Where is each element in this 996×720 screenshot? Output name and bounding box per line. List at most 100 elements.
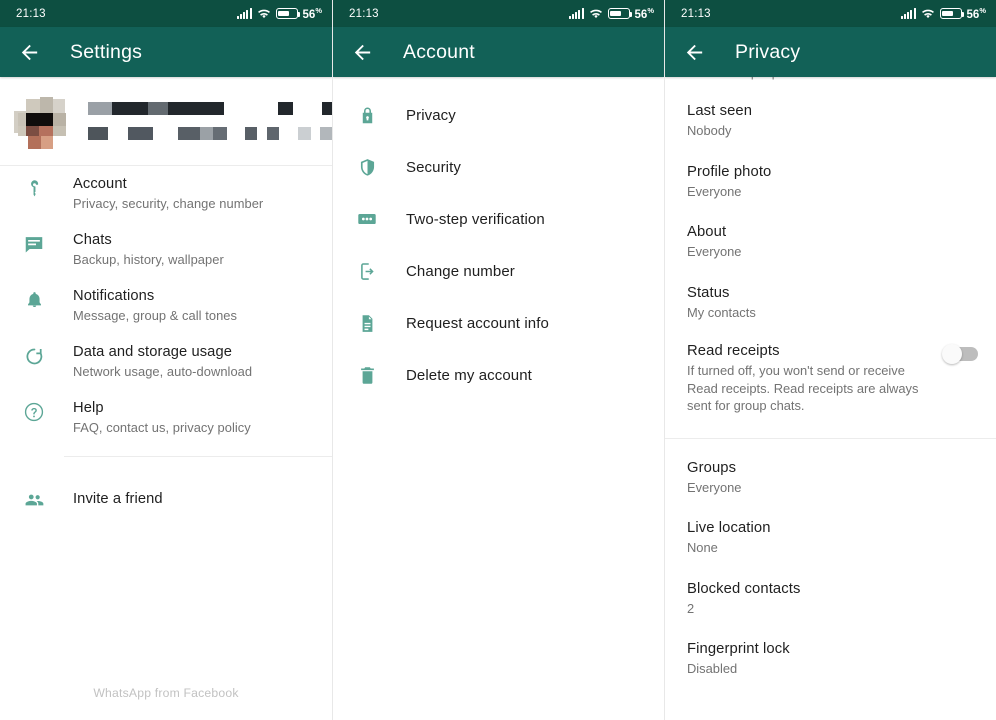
battery-percent: 56%	[966, 6, 986, 21]
account-item-privacy[interactable]: Privacy	[333, 89, 664, 141]
item-title: Invite a friend	[73, 491, 163, 507]
lock-icon	[355, 103, 379, 127]
appbar-account: Account	[333, 27, 664, 77]
sidebar-item-invite-friend[interactable]: Invite a friend	[0, 467, 332, 523]
battery-icon	[939, 7, 964, 19]
help-circle-icon	[22, 400, 46, 424]
back-arrow-icon[interactable]	[349, 39, 375, 65]
item-value: Everyone	[687, 244, 742, 259]
battery-icon	[275, 7, 300, 19]
change-number-icon	[355, 259, 379, 283]
privacy-item-profile-photo[interactable]: Profile photo Everyone	[665, 151, 996, 212]
back-arrow-icon[interactable]	[681, 39, 707, 65]
sidebar-item-account[interactable]: Account Privacy, security, change number	[0, 166, 332, 222]
bell-icon	[22, 288, 46, 312]
trash-icon	[355, 363, 379, 387]
scrolled-partial-text: to see who people last seen	[687, 77, 842, 80]
privacy-item-read-receipts[interactable]: Read receipts If turned off, you won't s…	[665, 332, 996, 426]
item-title: Read receipts	[687, 343, 780, 359]
account-item-change-number[interactable]: Change number	[333, 245, 664, 297]
cellular-signal-icon	[900, 7, 916, 19]
privacy-item-live-location[interactable]: Live location None	[665, 507, 996, 568]
item-title: Fingerprint lock	[687, 641, 790, 657]
battery-unit: %	[647, 6, 654, 16]
wifi-icon	[589, 8, 603, 19]
status-clock: 21:13	[349, 7, 379, 20]
pin-dots-icon	[355, 207, 379, 231]
page-title: Account	[403, 40, 475, 63]
account-item-two-step-verification[interactable]: Two-step verification	[333, 193, 664, 245]
item-title: Live location	[687, 520, 771, 536]
wifi-icon	[921, 8, 935, 19]
page-title: Settings	[70, 40, 143, 63]
document-icon	[355, 311, 379, 335]
privacy-item-groups[interactable]: Groups Everyone	[665, 447, 996, 508]
privacy-item-about[interactable]: About Everyone	[665, 211, 996, 272]
people-icon	[22, 488, 46, 512]
three-panel-screenshot: 21:13 56% Settings Account Privacy, secu…	[0, 0, 996, 720]
sidebar-item-notifications[interactable]: Notifications Message, group & call tone…	[0, 278, 332, 334]
privacy-item-last-seen[interactable]: Last seen Nobody	[665, 90, 996, 151]
item-subtitle: Backup, history, wallpaper	[73, 252, 224, 267]
item-value: None	[687, 540, 718, 555]
battery-percent: 56%	[634, 6, 654, 21]
status-clock: 21:13	[16, 7, 46, 20]
item-title: Security	[406, 158, 461, 176]
item-value: My contacts	[687, 304, 756, 320]
status-icons: 56%	[568, 6, 654, 21]
battery-percent: 56%	[302, 6, 322, 21]
status-icons: 56%	[236, 6, 322, 21]
sidebar-item-chats[interactable]: Chats Backup, history, wallpaper	[0, 222, 332, 278]
wifi-icon	[257, 8, 271, 19]
item-title: Status	[687, 284, 730, 301]
item-title: Last seen	[687, 103, 753, 119]
status-bar-privacy: 21:13 56%	[665, 0, 996, 27]
account-item-security[interactable]: Security	[333, 141, 664, 193]
profile-row[interactable]	[0, 77, 332, 165]
item-subtitle: Network usage, auto-download	[73, 364, 253, 379]
item-value: Nobody	[687, 123, 732, 138]
item-subtitle: Privacy, security, change number	[73, 196, 264, 211]
back-arrow-icon[interactable]	[16, 39, 42, 65]
item-title: Account	[73, 176, 127, 192]
divider-invite	[64, 456, 332, 457]
cellular-signal-icon	[568, 7, 584, 19]
cellular-signal-icon	[236, 7, 252, 19]
shield-icon	[355, 155, 379, 179]
item-subtitle: FAQ, contact us, privacy policy	[73, 420, 251, 435]
item-title: Change number	[406, 262, 515, 280]
data-usage-icon	[22, 344, 46, 368]
sidebar-item-data-storage[interactable]: Data and storage usage Network usage, au…	[0, 334, 332, 390]
divider-privacy-groups	[665, 437, 996, 439]
account-content: Privacy Security Two-step verification C…	[333, 77, 664, 401]
read-receipts-toggle[interactable]	[942, 344, 978, 364]
status-bar-account: 21:13 56%	[333, 0, 664, 27]
profile-avatar-redacted	[14, 93, 70, 149]
privacy-item-blocked-contacts[interactable]: Blocked contacts 2	[665, 568, 996, 629]
item-title: Chats	[73, 232, 112, 248]
profile-redacted-text	[88, 102, 332, 141]
item-title: Groups	[687, 459, 737, 476]
item-title: Request account info	[406, 314, 549, 332]
chat-icon	[22, 232, 46, 256]
item-value: Everyone	[687, 183, 742, 199]
toggle-knob	[942, 344, 962, 364]
appbar-privacy: Privacy	[665, 27, 996, 77]
item-title: Privacy	[406, 106, 456, 124]
privacy-content: to see who people last seen Last seen No…	[665, 77, 996, 689]
panel-account: 21:13 56% Account Privacy Security Two-s…	[332, 0, 664, 720]
sidebar-item-help[interactable]: Help FAQ, contact us, privacy policy	[0, 390, 332, 446]
item-value: Disabled	[687, 661, 738, 676]
privacy-item-status[interactable]: Status My contacts	[665, 272, 996, 333]
item-description: If turned off, you won't send or receive…	[687, 363, 919, 413]
item-subtitle: Message, group & call tones	[73, 308, 238, 323]
item-title: Two-step verification	[406, 210, 545, 228]
account-item-request-account-info[interactable]: Request account info	[333, 297, 664, 349]
account-item-delete-my-account[interactable]: Delete my account	[333, 349, 664, 401]
settings-content: Account Privacy, security, change number…	[0, 77, 332, 523]
privacy-item-fingerprint-lock[interactable]: Fingerprint lock Disabled	[665, 628, 996, 689]
battery-unit: %	[315, 6, 322, 16]
item-value: Everyone	[687, 479, 742, 495]
footer-brand: WhatsApp from Facebook	[93, 686, 239, 700]
item-title: Profile photo	[687, 163, 772, 180]
